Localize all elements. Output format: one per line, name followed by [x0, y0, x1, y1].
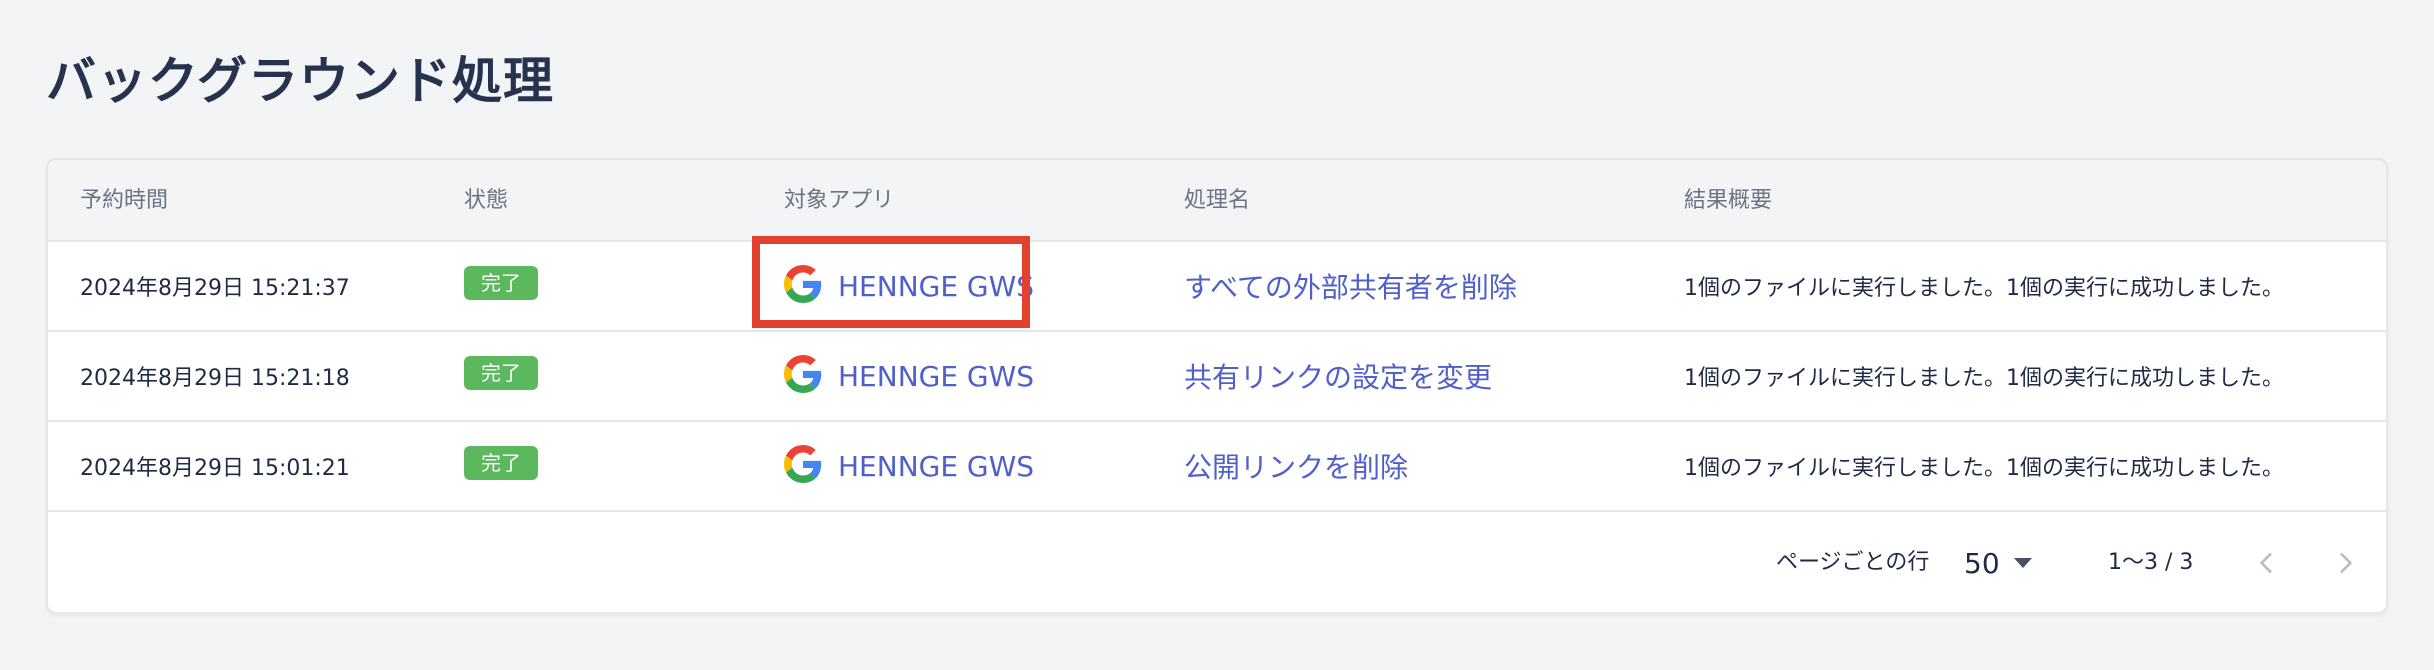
caret-down-icon [2013, 558, 2032, 568]
background-jobs-table: 予約時間 状態 対象アプリ 処理名 結果概要 2024年8月29日 15:21:… [46, 158, 2388, 614]
background-processing-page: バックグラウンド処理 予約時間 状態 対象アプリ 処理名 結果概要 2024年8… [0, 0, 2434, 670]
header-status: 状態 [464, 188, 509, 213]
status-badge: 完了 [464, 356, 538, 390]
next-page-button[interactable] [2324, 542, 2366, 584]
status-badge: 完了 [464, 446, 538, 480]
result-summary-cell: 1個のファイルに実行しました。1個の実行に成功しました。 [1684, 276, 2284, 301]
previous-page-button[interactable] [2246, 542, 2288, 584]
pagination-range: 1〜3 / 3 [2108, 550, 2194, 575]
header-process-name: 処理名 [1184, 188, 1251, 213]
scheduled-time-cell: 2024年8月29日 15:01:21 [80, 456, 350, 481]
google-g-icon [784, 265, 822, 303]
table-header: 予約時間 状態 対象アプリ 処理名 結果概要 [48, 160, 2386, 242]
process-name-link[interactable]: 公開リンクを削除 [1184, 446, 1408, 486]
result-summary-cell: 1個のファイルに実行しました。1個の実行に成功しました。 [1684, 456, 2284, 481]
rows-per-page-select[interactable]: 50 [1964, 542, 2032, 584]
google-g-icon [784, 355, 822, 393]
status-cell: 完了 [464, 242, 538, 330]
rows-per-page-label: ページごとの行 [1776, 550, 1930, 575]
process-name-cell: 共有リンクの設定を変更 [1184, 332, 1492, 420]
pagination-footer: ページごとの行 50 1〜3 / 3 [48, 512, 2386, 612]
header-scheduled-time: 予約時間 [80, 188, 169, 213]
target-app-link[interactable]: HENNGE GWS [784, 355, 1035, 393]
scheduled-time-cell: 2024年8月29日 15:21:37 [80, 276, 350, 301]
header-target-app: 対象アプリ [784, 188, 895, 213]
table-row: 2024年8月29日 15:21:37 完了 HENNGE GWS すべての外部… [48, 242, 2386, 332]
target-app-name: HENNGE GWS [838, 359, 1035, 393]
scheduled-time-cell: 2024年8月29日 15:21:18 [80, 366, 350, 391]
chevron-right-icon [2340, 553, 2352, 573]
rows-per-page-value: 50 [1964, 546, 2000, 580]
target-app-name: HENNGE GWS [838, 449, 1035, 483]
target-app-link[interactable]: HENNGE GWS [784, 445, 1035, 483]
page-title: バックグラウンド処理 [46, 52, 554, 110]
header-result-summary: 結果概要 [1684, 188, 1773, 213]
process-name-link[interactable]: すべての外部共有者を削除 [1184, 266, 1517, 306]
target-app-name: HENNGE GWS [838, 269, 1035, 303]
target-app-cell: HENNGE GWS [784, 242, 1034, 330]
google-g-icon [784, 445, 822, 483]
result-summary-cell: 1個のファイルに実行しました。1個の実行に成功しました。 [1684, 366, 2284, 391]
process-name-cell: すべての外部共有者を削除 [1184, 242, 1517, 330]
process-name-link[interactable]: 共有リンクの設定を変更 [1184, 356, 1492, 396]
status-cell: 完了 [464, 332, 538, 420]
target-app-link[interactable]: HENNGE GWS [784, 265, 1035, 303]
target-app-cell: HENNGE GWS [784, 332, 1034, 420]
process-name-cell: 公開リンクを削除 [1184, 422, 1408, 510]
table-row: 2024年8月29日 15:01:21 完了 HENNGE GWS 公開リンクを… [48, 422, 2386, 512]
table-row: 2024年8月29日 15:21:18 完了 HENNGE GWS 共有リンクの… [48, 332, 2386, 422]
target-app-cell: HENNGE GWS [784, 422, 1034, 510]
status-badge: 完了 [464, 266, 538, 300]
chevron-left-icon [2260, 553, 2272, 573]
status-cell: 完了 [464, 422, 538, 510]
